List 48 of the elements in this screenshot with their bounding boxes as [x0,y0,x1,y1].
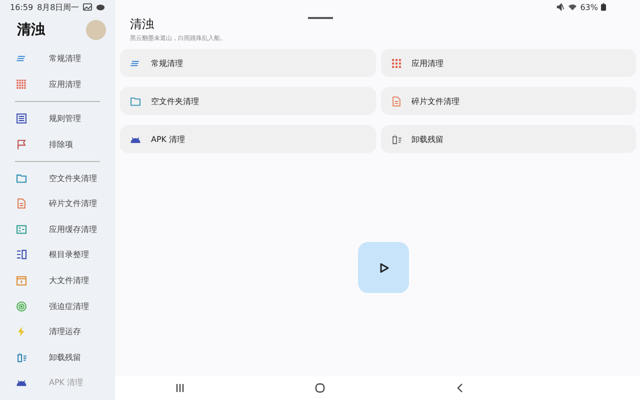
home-icon[interactable] [315,383,325,393]
sidebar-item[interactable]: 空文件夹清理 [0,165,115,191]
lightning-icon [16,326,27,338]
sidebar-item[interactable]: 应用清理 [0,72,115,98]
menu-card[interactable]: 常规清理 [120,49,376,77]
page-title: 清浊 [130,16,154,33]
columns-icon [16,249,27,260]
back-icon[interactable] [455,383,465,393]
sidebar-item[interactable]: 大文件清理 [0,268,115,294]
sidebar-item[interactable]: 强迫症清理 [0,293,115,319]
menu-card[interactable]: 应用清理 [380,49,636,77]
grid-icon [390,58,402,68]
card-icon [16,224,27,235]
menu-card[interactable]: 空文件夹清理 [120,87,376,115]
menu-card[interactable]: 碎片文件清理 [380,87,636,115]
sidebar-item[interactable]: 卸载残留 [0,344,115,370]
wifi-icon [568,3,578,11]
sidebar-item[interactable]: 应用缓存清理 [0,216,115,242]
document-icon [390,96,402,106]
app-title: 清浊 [17,21,45,39]
play-icon [378,262,388,272]
cloud-icon [96,3,106,11]
trash-icon [390,134,402,144]
target-icon [16,300,27,312]
drag-handle[interactable] [308,17,333,19]
gallery-icon [83,3,92,11]
sidebar-item[interactable]: 碎片文件清理 [0,190,115,217]
sidebar-item[interactable]: 常规清理 [0,46,115,72]
battery-icon [601,3,606,11]
trash-icon [16,352,27,363]
sidebar-item[interactable]: 规则管理 [0,106,115,132]
sidebar-item[interactable]: 排除项 [0,131,115,157]
flag-icon [16,138,27,150]
sidebar-item[interactable]: 根目录整理 [0,242,115,268]
clock: 16:59 [10,2,34,12]
menu-card[interactable]: APK 清理 [120,125,376,153]
folder-icon [130,96,141,106]
grid-icon [16,78,27,90]
recent-apps-icon[interactable] [175,383,185,393]
folder-icon [16,172,27,184]
list-icon [16,112,27,124]
battery-level: 63% [580,2,598,12]
document-icon [16,198,27,210]
date: 8月8日周一 [37,2,80,12]
box-icon [16,275,27,286]
menu-card[interactable]: 卸载残留 [380,125,636,153]
mute-icon [556,3,566,11]
sidebar-item[interactable]: 清理运存 [0,318,115,345]
